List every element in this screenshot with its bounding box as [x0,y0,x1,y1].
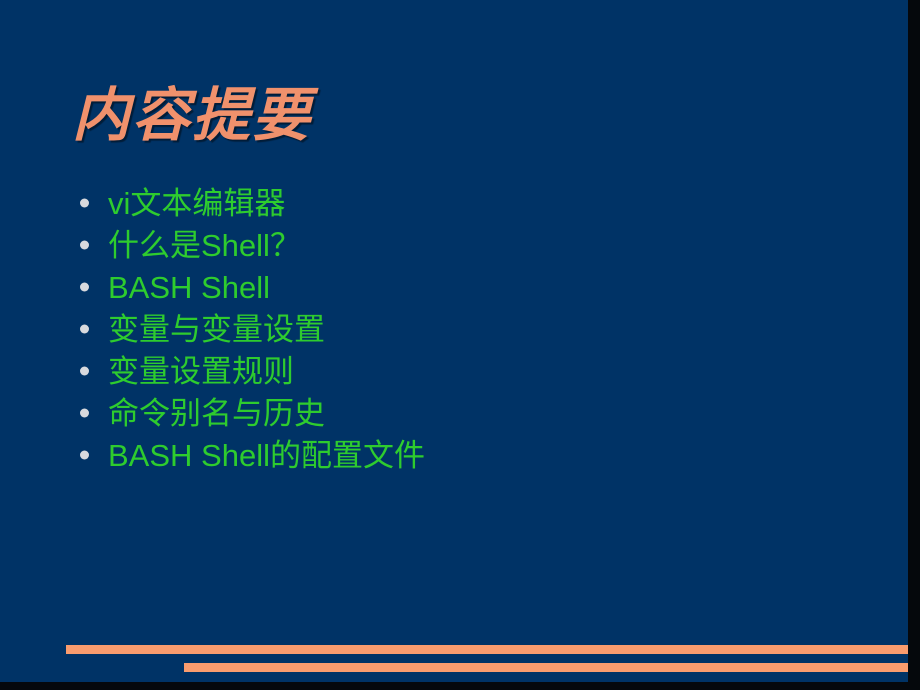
slide-title: 内容提要 [72,82,313,148]
presentation-slide: 内容提要 vi文本编辑器 什么是Shell？ BASH Shell 变量与变量设… [0,0,920,690]
bullet-item-1-label: vi文本编辑器 [108,188,285,219]
bullet-item-6[interactable]: 命令别名与历史 [72,392,872,434]
bullet-dot-icon [80,408,89,418]
bullet-list: vi文本编辑器 什么是Shell？ BASH Shell 变量与变量设置 变量设 [72,182,872,476]
bullet-item-3-latin: BASH Shell [108,269,270,305]
bullet-dot-icon [80,450,89,460]
bullet-item-7-latin: BASH Shell [108,437,270,473]
accent-bar-upper [66,645,908,654]
bullet-item-1-cjk: 文本编辑器 [130,185,286,221]
bullet-item-2-cjk: 什么是 [108,227,201,263]
bullet-item-5-cjk: 变量设置规则 [108,353,294,389]
bullet-dot-icon [80,324,89,334]
slide-edge-bottom [0,682,920,690]
bullet-item-2-label: 什么是Shell？ [108,230,301,261]
bullet-item-4-cjk: 变量与变量设置 [108,311,325,347]
bullet-item-6-label: 命令别名与历史 [108,398,325,429]
bullet-item-2[interactable]: 什么是Shell？ [72,224,872,266]
bullet-item-5[interactable]: 变量设置规则 [72,350,872,392]
bullet-item-3-label: BASH Shell [108,272,270,303]
bullet-item-4[interactable]: 变量与变量设置 [72,308,872,350]
bullet-item-4-label: 变量与变量设置 [108,314,325,345]
bullet-item-6-cjk: 命令别名与历史 [108,395,325,431]
bullet-item-2-latin: Shell [201,227,270,263]
bullet-dot-icon [80,366,89,376]
bullet-item-1[interactable]: vi文本编辑器 [72,182,872,224]
bullet-dot-icon [80,240,89,250]
bullet-item-2-tail: ？ [269,227,301,263]
bullet-dot-icon [80,282,89,292]
bullet-item-5-label: 变量设置规则 [108,356,294,387]
slide-edge-right [908,0,920,690]
bullet-item-3[interactable]: BASH Shell [72,266,872,308]
accent-bar-lower [184,663,908,672]
bullet-item-7-cjk: 的配置文件 [269,437,425,473]
bullet-item-7-label: BASH Shell的配置文件 [108,440,425,471]
bullet-item-7[interactable]: BASH Shell的配置文件 [72,434,872,476]
bullet-dot-icon [80,198,89,208]
bullet-item-1-latin: vi [108,185,131,221]
